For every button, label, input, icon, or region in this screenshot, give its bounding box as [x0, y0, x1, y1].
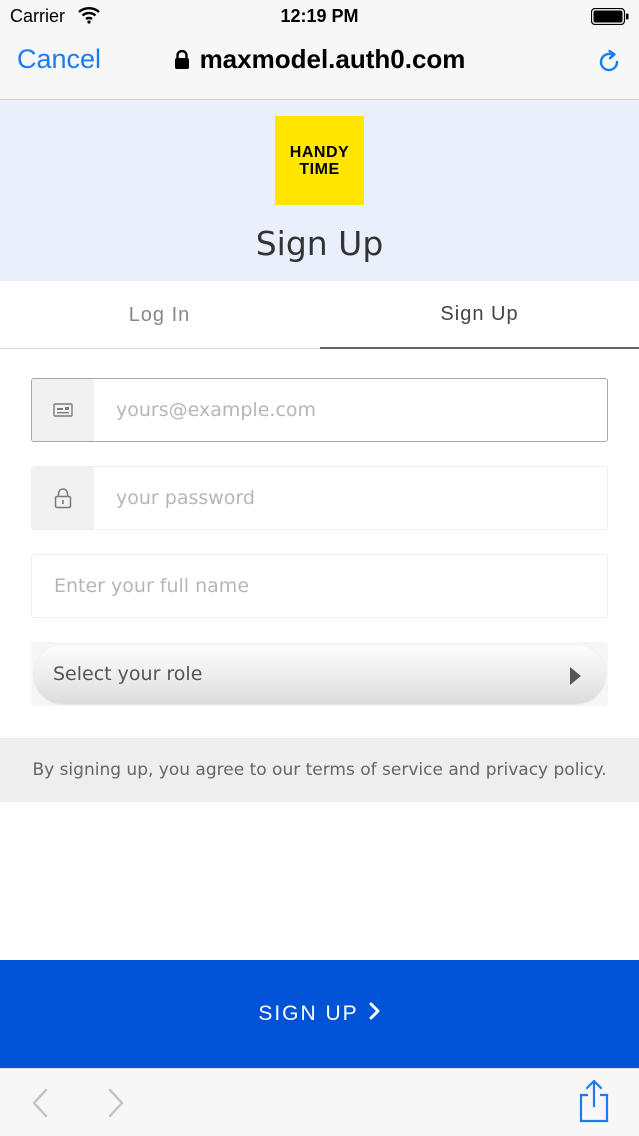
- email-input[interactable]: [116, 379, 595, 441]
- full-name-field: [31, 554, 608, 618]
- browser-toolbar: [0, 1068, 639, 1136]
- chevron-right-icon: [369, 1002, 381, 1026]
- tab-log-in[interactable]: Log In: [0, 281, 319, 349]
- triangle-right-icon: [569, 667, 581, 690]
- battery-icon: [590, 7, 629, 30]
- status-time: 12:19 PM: [280, 6, 359, 26]
- reload-icon[interactable]: [595, 48, 623, 81]
- brand-logo: HANDY TIME: [275, 116, 364, 205]
- role-select[interactable]: Select your role: [31, 642, 608, 706]
- auth-tabs: Log In Sign Up: [0, 281, 639, 349]
- lock-icon: [174, 46, 190, 77]
- logo-line-2: TIME: [299, 160, 340, 178]
- url-text: maxmodel.auth0.com: [199, 44, 466, 74]
- email-field: [31, 378, 608, 442]
- auth-header: HANDY TIME Sign Up: [0, 100, 639, 281]
- forward-icon[interactable]: [106, 1087, 126, 1124]
- browser-bar: Cancel maxmodel.auth0.com: [0, 34, 639, 100]
- tab-sign-up[interactable]: Sign Up: [320, 281, 639, 349]
- password-field: [31, 466, 608, 530]
- back-icon[interactable]: [30, 1087, 50, 1124]
- password-input[interactable]: [116, 467, 595, 529]
- status-bar: Carrier 12:19 PM: [0, 0, 639, 34]
- sign-up-button-label: SIGN UP: [258, 1002, 359, 1025]
- url-bar[interactable]: maxmodel.auth0.com: [0, 44, 639, 77]
- role-select-button[interactable]: Select your role: [34, 645, 605, 703]
- logo-line-1: HANDY: [289, 143, 350, 161]
- role-select-label: Select your role: [53, 663, 203, 685]
- sign-up-button[interactable]: SIGN UP: [0, 960, 639, 1068]
- lock-icon: [32, 467, 94, 529]
- share-icon[interactable]: [579, 1079, 609, 1128]
- page-title: Sign Up: [255, 224, 384, 263]
- full-name-input[interactable]: [54, 555, 595, 617]
- terms-notice: By signing up, you agree to our terms of…: [0, 738, 639, 802]
- email-icon: [32, 379, 94, 441]
